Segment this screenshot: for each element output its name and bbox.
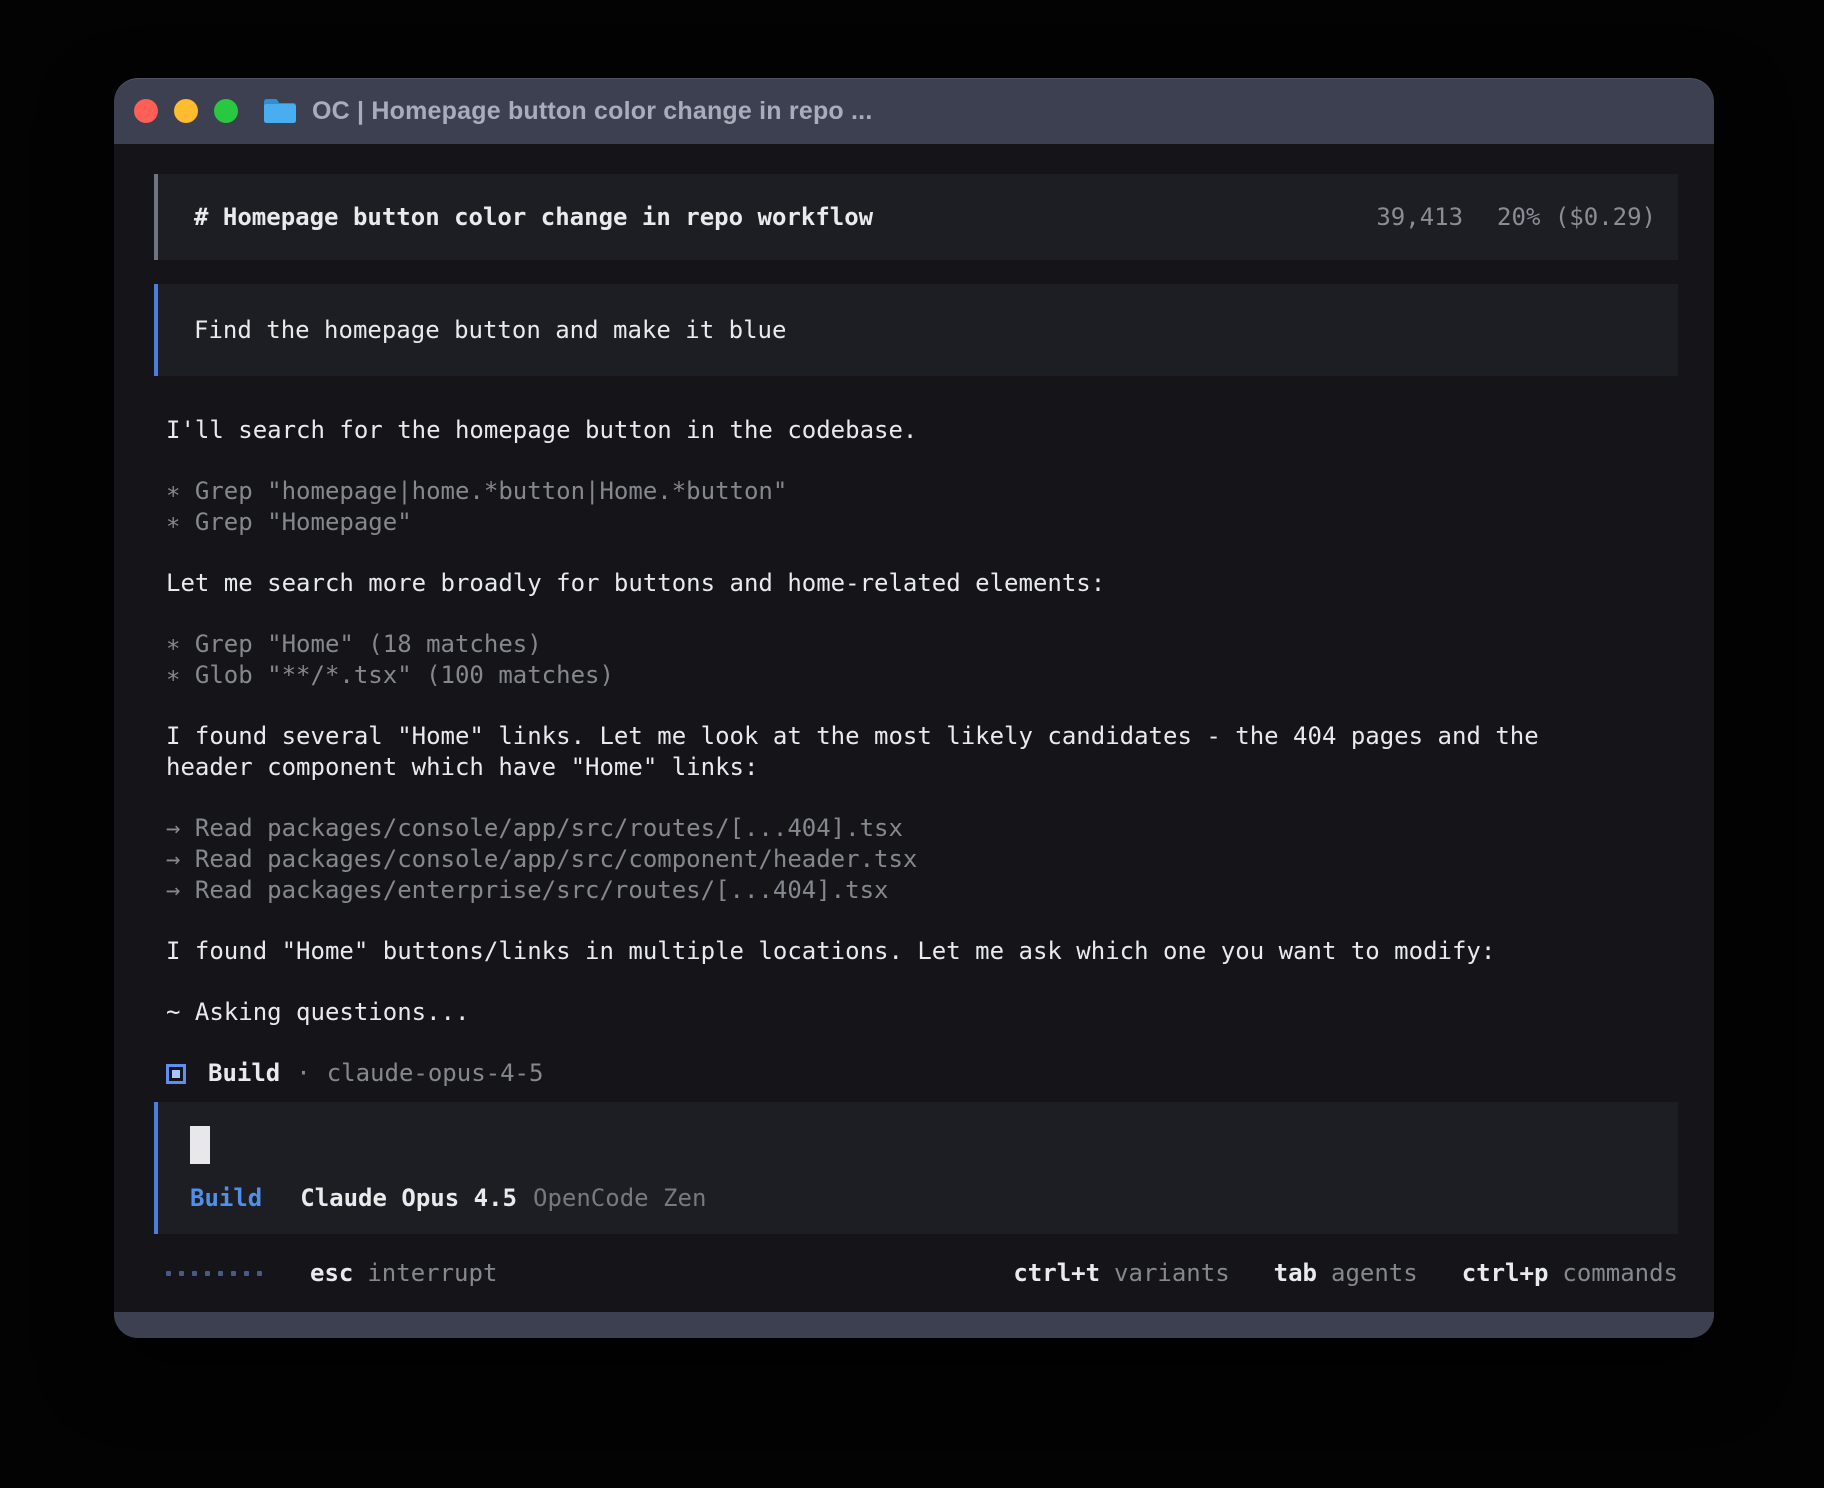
tool-call-line: ∗ Glob "**/*.tsx" (100 matches): [166, 660, 1678, 691]
terminal-content: # Homepage button color change in repo w…: [114, 144, 1714, 1312]
assistant-message: Let me search more broadly for buttons a…: [166, 568, 1678, 599]
esc-key-action: interrupt: [367, 1258, 497, 1289]
agent-badge-icon: [166, 1064, 186, 1084]
input-model-label[interactable]: Claude Opus 4.5: [300, 1183, 517, 1214]
assistant-line: Let me search more broadly for buttons a…: [166, 568, 1678, 599]
assistant-working-status: ~ Asking questions...: [166, 997, 1678, 1028]
tool-call-group: ∗ Grep "Home" (18 matches) ∗ Glob "**/*.…: [166, 629, 1678, 691]
close-button[interactable]: [134, 99, 158, 123]
tool-call-line: → Read packages/enterprise/src/routes/[.…: [166, 875, 1678, 906]
zoom-button[interactable]: [214, 99, 238, 123]
terminal-window: OC | Homepage button color change in rep…: [114, 78, 1714, 1338]
assistant-message: I found several "Home" links. Let me loo…: [166, 721, 1678, 783]
tool-call-line: ∗ Grep "Home" (18 matches): [166, 629, 1678, 660]
assistant-line: I'll search for the homepage button in t…: [166, 415, 1678, 446]
agent-name: Build: [208, 1058, 280, 1089]
user-message: Find the homepage button and make it blu…: [154, 284, 1678, 376]
shortcut-commands: ctrl+p commands: [1462, 1258, 1678, 1289]
agent-separator: ·: [296, 1058, 310, 1089]
shortcut-key: ctrl+p: [1462, 1258, 1549, 1289]
shortcut-agents: tab agents: [1274, 1258, 1418, 1289]
titlebar[interactable]: OC | Homepage button color change in rep…: [114, 78, 1714, 144]
esc-key-hint: esc: [310, 1258, 353, 1289]
tool-call-line: ∗ Grep "homepage|home.*button|Home.*butt…: [166, 476, 1678, 507]
assistant-line: header component which have "Home" links…: [166, 752, 1678, 783]
agent-model: claude-opus-4-5: [327, 1058, 544, 1089]
session-title: # Homepage button color change in repo w…: [194, 203, 873, 231]
tool-call-line: ∗ Grep "Homepage": [166, 507, 1678, 538]
spinner-dots: [166, 1271, 262, 1276]
shortcut-key: tab: [1274, 1258, 1317, 1289]
context-cost: 20% ($0.29): [1497, 203, 1656, 231]
assistant-line: ~ Asking questions...: [166, 997, 1678, 1028]
token-count: 39,413: [1376, 203, 1463, 231]
assistant-message: I found "Home" buttons/links in multiple…: [166, 936, 1678, 967]
input-agent-label[interactable]: Build: [190, 1183, 262, 1214]
prompt-input[interactable]: Build Claude Opus 4.5 OpenCode Zen: [154, 1102, 1678, 1234]
shortcut-label: commands: [1562, 1258, 1678, 1289]
agent-status-row: Build · claude-opus-4-5: [154, 1058, 1678, 1089]
status-bar: esc interrupt ctrl+t variants tab agents…: [154, 1258, 1678, 1289]
tool-call-line: → Read packages/console/app/src/routes/[…: [166, 813, 1678, 844]
assistant-message: I'll search for the homepage button in t…: [166, 415, 1678, 446]
tool-call-line: → Read packages/console/app/src/componen…: [166, 844, 1678, 875]
tool-call-group: ∗ Grep "homepage|home.*button|Home.*butt…: [166, 476, 1678, 538]
conversation: I'll search for the homepage button in t…: [154, 415, 1678, 1058]
minimize-button[interactable]: [174, 99, 198, 123]
folder-icon: [262, 96, 298, 126]
shortcut-label: agents: [1331, 1258, 1418, 1289]
text-cursor: [190, 1126, 210, 1164]
input-footer: Build Claude Opus 4.5 OpenCode Zen: [190, 1183, 1650, 1214]
input-provider-label: OpenCode Zen: [533, 1183, 706, 1214]
shortcut-key: ctrl+t: [1013, 1258, 1100, 1289]
tool-call-group: → Read packages/console/app/src/routes/[…: [166, 813, 1678, 906]
shortcut-label: variants: [1114, 1258, 1230, 1289]
user-message-text: Find the homepage button and make it blu…: [194, 316, 786, 344]
window-title: OC | Homepage button color change in rep…: [312, 97, 872, 126]
shortcut-variants: ctrl+t variants: [1013, 1258, 1229, 1289]
assistant-line: I found several "Home" links. Let me loo…: [166, 721, 1678, 752]
window-bottom-chrome: [114, 1312, 1714, 1338]
assistant-line: I found "Home" buttons/links in multiple…: [166, 936, 1678, 967]
session-stats: 39,413 20% ($0.29): [1376, 203, 1656, 231]
session-header: # Homepage button color change in repo w…: [154, 174, 1678, 260]
